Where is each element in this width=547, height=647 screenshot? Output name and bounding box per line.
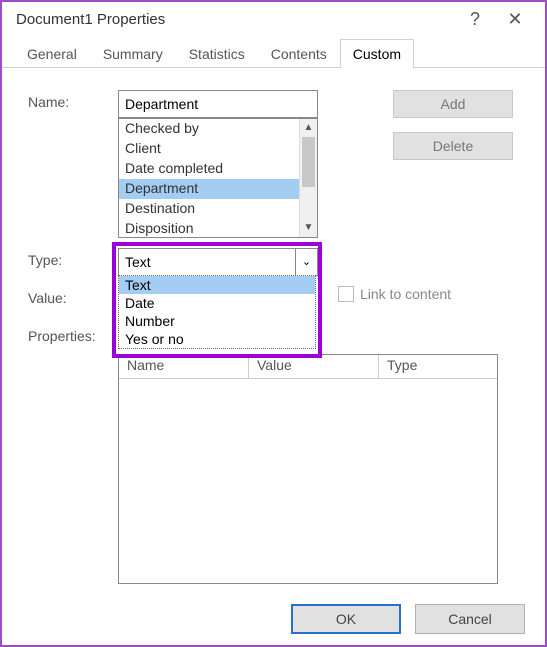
type-row: Type: Text ⌄ Text Date Number Yes or no	[28, 248, 519, 276]
col-value[interactable]: Value	[249, 355, 379, 378]
ok-button[interactable]: OK	[291, 604, 401, 634]
link-to-content-wrap: Link to content	[338, 286, 451, 302]
tabstrip: General Summary Statistics Contents Cust…	[2, 38, 545, 68]
type-option[interactable]: Date	[119, 294, 315, 312]
name-list-scrollbar[interactable]: ▲ ▼	[299, 119, 317, 237]
col-type[interactable]: Type	[379, 355, 497, 378]
titlebar: Document1 Properties ? ✕	[2, 2, 545, 38]
name-suggestion-list: Checked by Client Date completed Departm…	[118, 118, 318, 238]
type-option[interactable]: Yes or no	[119, 330, 315, 348]
type-label: Type:	[28, 248, 118, 268]
link-to-content-label: Link to content	[360, 286, 451, 302]
properties-label: Properties:	[28, 324, 118, 344]
type-selected-value: Text	[119, 254, 295, 270]
help-button[interactable]: ?	[455, 5, 495, 35]
link-to-content-checkbox[interactable]	[338, 286, 354, 302]
chevron-down-icon[interactable]: ⌄	[295, 249, 317, 275]
properties-table[interactable]: Name Value Type	[118, 354, 498, 584]
scroll-up-icon[interactable]: ▲	[300, 119, 317, 137]
delete-button[interactable]: Delete	[393, 132, 513, 160]
name-option[interactable]: Disposition	[119, 219, 299, 237]
window-title: Document1 Properties	[16, 11, 455, 28]
value-label: Value:	[28, 286, 118, 306]
name-option[interactable]: Destination	[119, 199, 299, 219]
type-combo-wrap: Text ⌄ Text Date Number Yes or no	[118, 248, 318, 276]
type-option[interactable]: Number	[119, 312, 315, 330]
scroll-thumb[interactable]	[302, 137, 315, 187]
name-option[interactable]: Client	[119, 139, 299, 159]
type-combobox[interactable]: Text ⌄	[118, 248, 318, 276]
tab-general[interactable]: General	[14, 39, 90, 68]
type-option[interactable]: Text	[119, 276, 315, 294]
name-input[interactable]	[118, 90, 318, 118]
tab-summary[interactable]: Summary	[90, 39, 176, 68]
col-name[interactable]: Name	[119, 355, 249, 378]
action-buttons: Add Delete	[393, 90, 513, 160]
tab-statistics[interactable]: Statistics	[176, 39, 258, 68]
name-option[interactable]: Checked by	[119, 119, 299, 139]
properties-dialog: Document1 Properties ? ✕ General Summary…	[0, 0, 547, 647]
name-label: Name:	[28, 90, 118, 110]
type-dropdown-list: Text Date Number Yes or no	[118, 275, 316, 349]
scroll-down-icon[interactable]: ▼	[300, 219, 317, 237]
dialog-footer: OK Cancel	[2, 594, 545, 645]
add-button[interactable]: Add	[393, 90, 513, 118]
properties-table-header: Name Value Type	[119, 355, 497, 379]
close-button[interactable]: ✕	[495, 5, 535, 35]
name-option[interactable]: Department	[119, 179, 299, 199]
name-option[interactable]: Date completed	[119, 159, 299, 179]
tab-custom[interactable]: Custom	[340, 39, 414, 68]
tab-contents[interactable]: Contents	[258, 39, 340, 68]
custom-tab-panel: Add Delete Name: Checked by Client Date …	[2, 68, 545, 594]
cancel-button[interactable]: Cancel	[415, 604, 525, 634]
